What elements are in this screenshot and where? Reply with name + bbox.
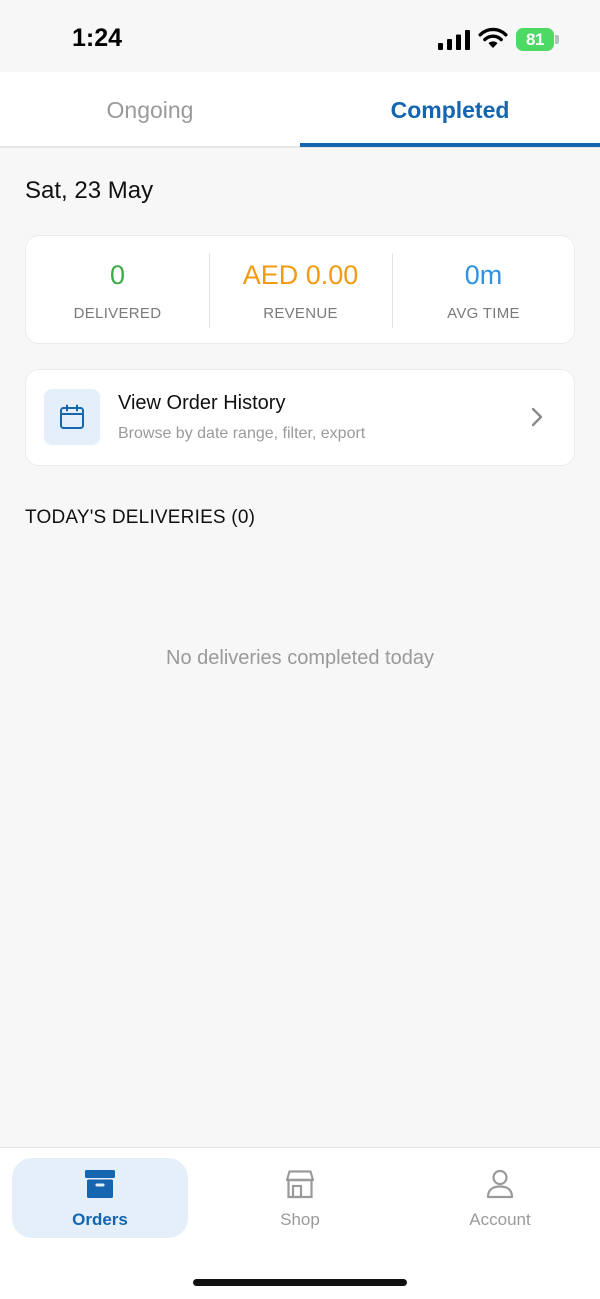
nav-shop-label: Shop [280, 1210, 320, 1229]
bottom-nav: Orders Shop Account [0, 1147, 600, 1299]
battery-indicator: 81 [516, 28, 554, 51]
stat-revenue: AED 0.00 REVENUE [209, 236, 392, 343]
user-icon [486, 1169, 514, 1199]
todays-deliveries-title: TODAY'S DELIVERIES (0) [25, 507, 256, 528]
stat-revenue-value: AED 0.00 [242, 260, 359, 290]
status-bar: 1:24 81 [0, 0, 600, 72]
chevron-right-icon [531, 407, 543, 427]
order-history-title: View Order History [118, 392, 286, 414]
active-tab-indicator [300, 143, 600, 147]
wifi-icon [478, 27, 508, 48]
nav-account-label: Account [469, 1210, 531, 1229]
battery-cap [555, 35, 559, 44]
empty-state-text: No deliveries completed today [166, 647, 434, 669]
stat-delivered: 0 DELIVERED [26, 236, 209, 343]
stat-revenue-label: REVENUE [263, 305, 338, 322]
stat-avg-time: 0m AVG TIME [392, 236, 575, 343]
tab-ongoing[interactable]: Ongoing [0, 72, 300, 148]
battery-level: 81 [526, 29, 544, 49]
archive-box-icon [85, 1170, 115, 1198]
store-icon [285, 1170, 315, 1199]
order-tabs: Ongoing Completed [0, 72, 600, 148]
status-time: 1:24 [72, 24, 123, 52]
cellular-signal-icon [438, 30, 470, 50]
tab-completed[interactable]: Completed [300, 72, 600, 148]
view-order-history-button[interactable]: View Order History Browse by date range,… [25, 369, 575, 466]
calendar-icon [60, 404, 84, 429]
nav-shop[interactable]: Shop [212, 1158, 388, 1238]
calendar-icon-box [44, 389, 100, 445]
date-heading: Sat, 23 May [25, 177, 154, 204]
stat-avg-time-value: 0m [464, 260, 503, 290]
stat-delivered-value: 0 [109, 260, 126, 290]
home-indicator [193, 1279, 407, 1286]
nav-orders[interactable]: Orders [12, 1158, 188, 1238]
nav-orders-label: Orders [72, 1210, 128, 1229]
nav-account[interactable]: Account [412, 1158, 588, 1238]
stat-avg-time-label: AVG TIME [447, 305, 520, 322]
stats-card: 0 DELIVERED AED 0.00 REVENUE 0m AVG TIME [25, 235, 575, 344]
order-history-subtitle: Browse by date range, filter, export [118, 425, 366, 442]
stat-delivered-label: DELIVERED [73, 305, 162, 322]
